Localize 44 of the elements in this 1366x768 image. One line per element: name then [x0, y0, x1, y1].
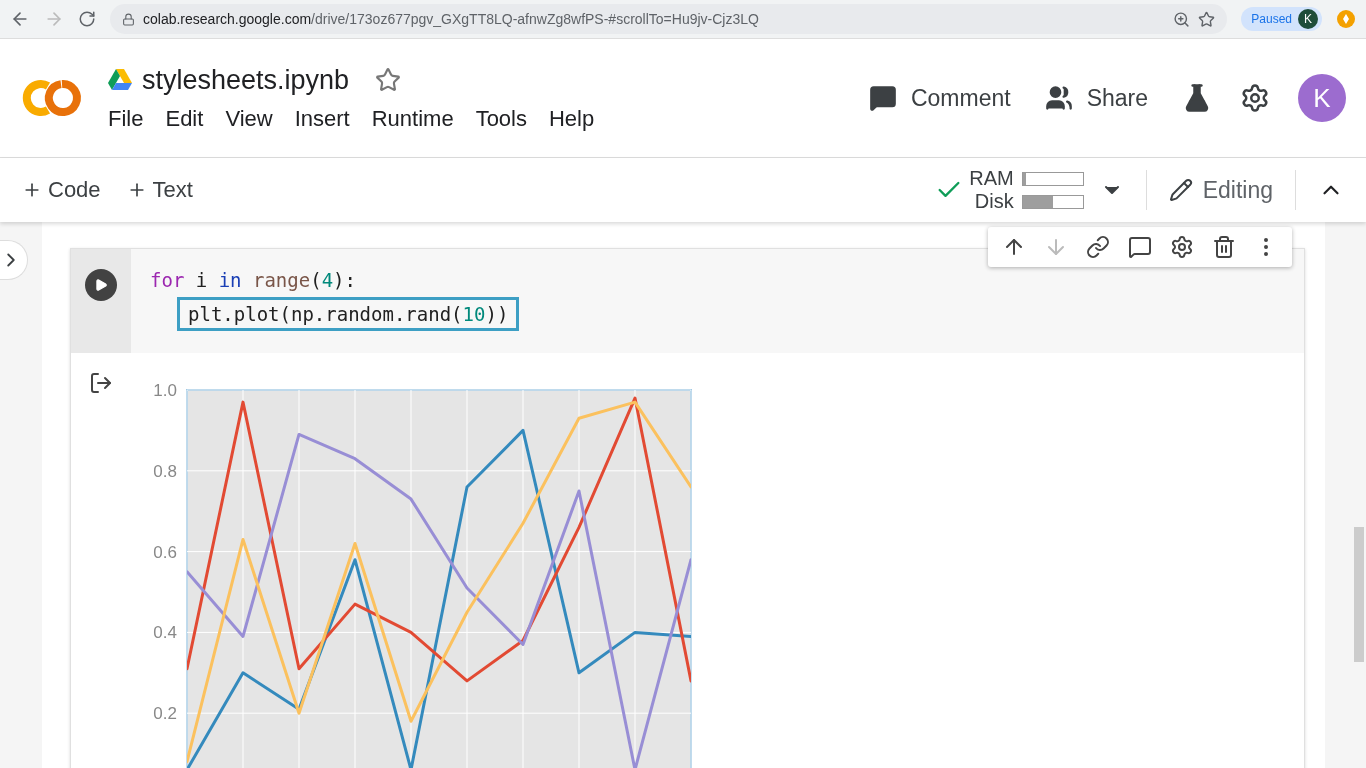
address-bar[interactable]: colab.research.google.com/drive/173oz677pgv_GXgTT8LQ-afnwZg8wfPS-#scrollTo=Hu9jv-Cjz3LQ [110, 4, 1228, 34]
settings-icon[interactable] [1240, 83, 1270, 113]
trash-icon[interactable] [1212, 235, 1236, 259]
people-icon [1044, 84, 1073, 112]
editing-mode-button[interactable]: Editing [1168, 176, 1273, 204]
settings-icon[interactable] [1170, 235, 1194, 259]
menu-item[interactable]: Insert [294, 105, 350, 132]
drive-icon [108, 69, 132, 91]
link-icon[interactable] [1086, 235, 1110, 259]
sidebar-toggle[interactable] [0, 240, 28, 280]
zoom-icon[interactable] [1173, 10, 1191, 28]
comment-icon [868, 84, 897, 112]
resource-label: Disk [974, 190, 1014, 213]
output-icon[interactable] [89, 371, 113, 395]
y-tick-label: 0.8 [153, 461, 177, 481]
resource-label: RAM [969, 167, 1014, 190]
profile-button[interactable]: Paused K [1241, 7, 1322, 31]
reload-icon[interactable] [78, 10, 96, 28]
star-icon[interactable] [375, 67, 402, 93]
pencil-icon [1168, 178, 1193, 202]
menu-item[interactable]: Runtime [371, 105, 454, 132]
y-tick-label: 0.6 [153, 542, 177, 562]
share-button[interactable]: Share [1044, 84, 1148, 112]
url-text: colab.research.google.com/drive/173oz677pgv_GXgTT8LQ-afnwZg8wfPS-#scrollTo=Hu9jv-Cjz3LQ [143, 11, 759, 27]
menu-item[interactable]: Help [549, 105, 595, 132]
add-cell-button[interactable]: Text [126, 177, 193, 203]
comment-button[interactable]: Comment [868, 84, 1011, 112]
bookmark-star-icon[interactable] [1198, 10, 1216, 28]
account-avatar[interactable]: K [1298, 74, 1346, 122]
notebook-title[interactable]: stylesheets.ipynb [142, 64, 350, 96]
y-tick-label: 1.0 [153, 381, 177, 400]
menu-item[interactable]: File [108, 105, 144, 132]
y-tick-label: 0.4 [153, 623, 177, 643]
run-button[interactable] [85, 269, 117, 301]
play-icon [94, 278, 108, 292]
menu-item[interactable]: Tools [475, 105, 527, 132]
y-tick-label: 0.2 [153, 704, 177, 724]
add-cell-button[interactable]: Code [22, 177, 101, 203]
comment-icon[interactable] [1128, 235, 1152, 259]
code-line: for i in range(4): [149, 268, 357, 293]
menu-item[interactable]: Edit [165, 105, 204, 132]
scrollbar-thumb[interactable] [1354, 527, 1364, 662]
menu-item[interactable]: View [225, 105, 273, 132]
lock-icon [122, 12, 135, 26]
